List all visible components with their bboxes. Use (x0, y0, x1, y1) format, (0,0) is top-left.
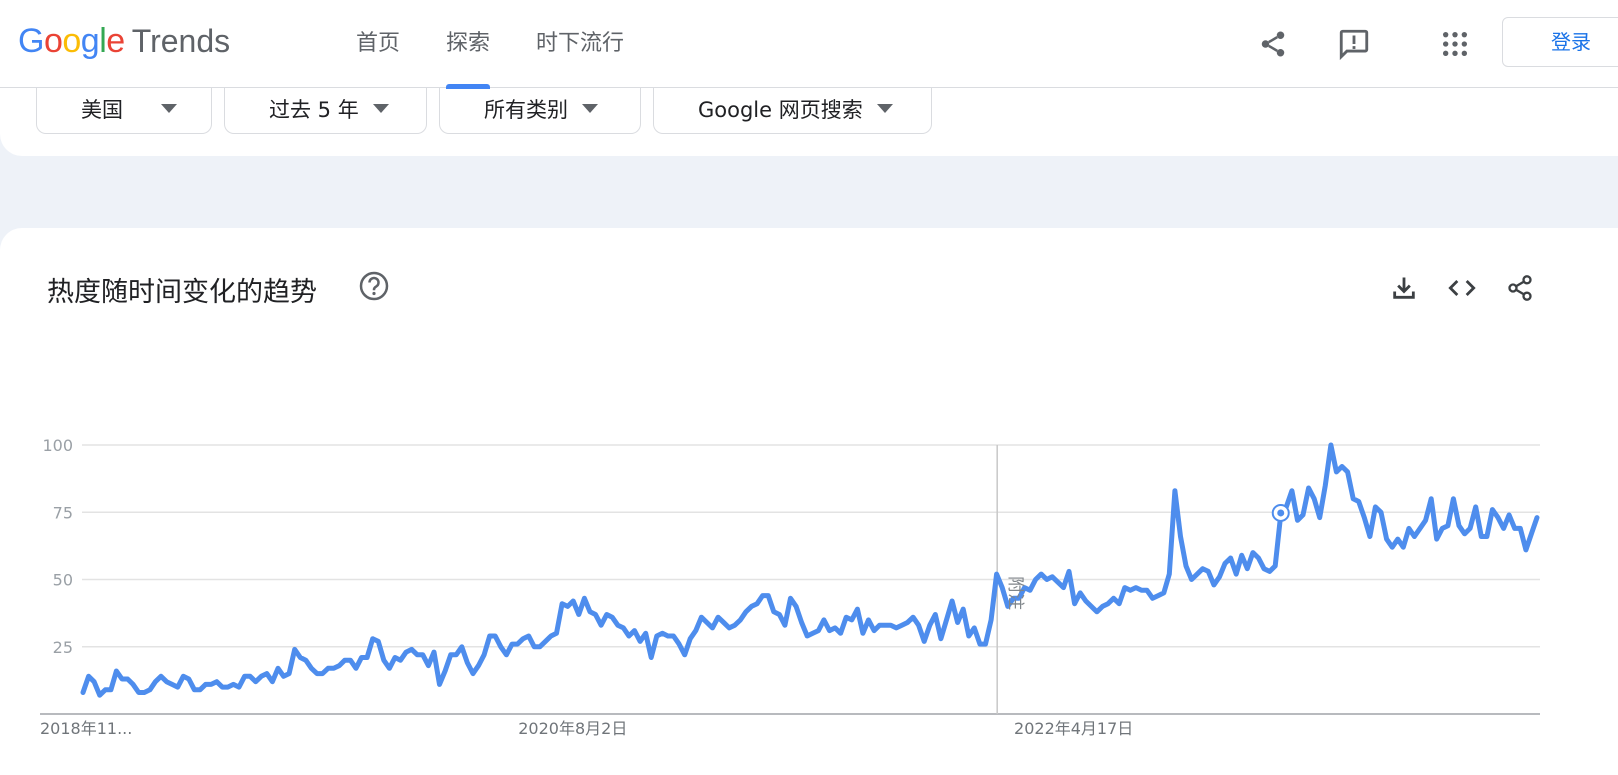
note-marker-dot (1277, 509, 1285, 517)
region-filter[interactable]: 美国 (36, 84, 212, 134)
category-filter-label: 所有类别 (484, 97, 568, 122)
signin-button[interactable]: 登录 (1502, 17, 1618, 67)
filter-bar: 美国 过去 5 年 所有类别 Google 网页搜索 (0, 84, 1618, 156)
time-range-filter[interactable]: 过去 5 年 (224, 84, 427, 134)
category-filter[interactable]: 所有类别 (439, 84, 641, 134)
y-tick-label: 75 (53, 503, 73, 522)
share-icon[interactable] (1253, 24, 1293, 64)
feedback-icon-graphic (1339, 29, 1369, 61)
google-trends-logo[interactable]: Google Trends (18, 22, 230, 66)
feedback-icon[interactable] (1334, 24, 1374, 64)
note-label: 附注 (1005, 576, 1025, 610)
search-type-filter[interactable]: Google 网页搜索 (653, 84, 932, 134)
search-type-filter-label: Google 网页搜索 (698, 97, 863, 122)
series-line (80, 442, 1540, 698)
chevron-down-icon (372, 104, 389, 113)
x-tick-label: 2020年8月2日 (518, 719, 627, 738)
main-nav: 首页 探索 时下流行 (356, 0, 670, 89)
chevron-down-icon (161, 104, 177, 113)
active-tab-indicator (446, 84, 491, 89)
top-header: Google Trends 首页 探索 时下流行 登录 (0, 0, 1618, 89)
x-tick-label: 2022年4月17日 (1014, 719, 1133, 738)
share-icon-graphic (1261, 31, 1285, 57)
time-range-filter-label: 过去 5 年 (269, 97, 359, 122)
y-tick-label: 50 (53, 571, 73, 590)
logo-trends-text: Trends (131, 23, 231, 59)
region-filter-label: 美国 (81, 97, 123, 122)
apps-grid-icon-graphic (1442, 31, 1468, 57)
nav-explore-label: 探索 (446, 31, 491, 56)
trend-line-chart[interactable]: 25 50 75 100 2018年11... 2020年8月2日 2022年4月17日 附注 (0, 228, 1618, 775)
y-tick-label: 100 (42, 436, 73, 455)
apps-grid-icon[interactable] (1435, 24, 1475, 64)
nav-trending[interactable]: 时下流行 (536, 0, 624, 88)
chevron-down-icon (582, 104, 598, 113)
interest-over-time-card: 热度随时间变化的趋势 25 50 75 100 2018年11... 2020年8月2日 2… (0, 228, 1618, 775)
nav-home[interactable]: 首页 (356, 0, 400, 88)
y-tick-label: 25 (53, 638, 73, 657)
nav-explore[interactable]: 探索 (446, 0, 491, 89)
x-tick-label: 2018年11... (40, 719, 132, 738)
chevron-down-icon (876, 104, 893, 113)
logo-google-text: Google (18, 22, 125, 60)
